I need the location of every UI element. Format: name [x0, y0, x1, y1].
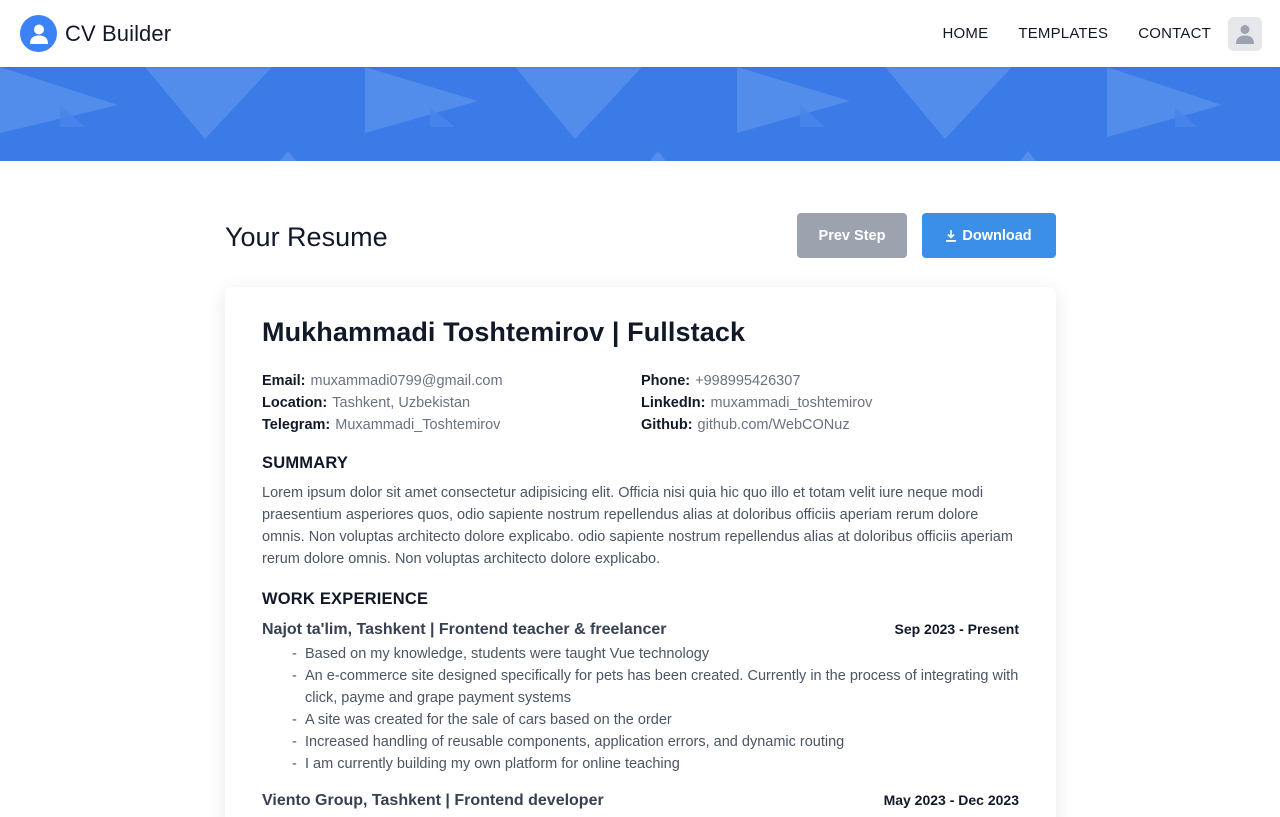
contact-email: Email: muxammadi0799@gmail.com	[262, 372, 641, 390]
job-dates: Sep 2023 - Present	[894, 621, 1019, 637]
summary-heading: SUMMARY	[262, 454, 349, 472]
contact-github-label: Github:	[641, 417, 693, 433]
job-title: Najot ta'lim, Tashkent | Frontend teache…	[262, 621, 667, 638]
job-bullet: Increased handling of reusable component…	[292, 731, 1022, 753]
job-dates: May 2023 - Dec 2023	[883, 792, 1019, 808]
job-title: Viento Group, Tashkent | Frontend develo…	[262, 792, 604, 809]
resume-toolbar: Your Resume Prev Step Download	[225, 213, 1056, 258]
page-title: Your Resume	[225, 222, 388, 252]
contact-email-value: muxammadi0799@gmail.com	[310, 373, 503, 389]
resume-preview: Mukhammadi Toshtemirov | Fullstack Email…	[225, 287, 1056, 817]
job-entry: Najot ta'lim, Tashkent | Frontend teache…	[262, 621, 1019, 775]
contact-telegram-value: Muxammadi_Toshtemirov	[335, 417, 501, 433]
user-circle-icon	[20, 15, 57, 52]
contact-github: Github: github.com/WebCONuz	[641, 416, 1019, 434]
job-bullet: I am currently building my own platform …	[292, 753, 1022, 775]
contact-location: Location: Tashkent, Uzbekistan	[262, 394, 641, 412]
resume-name: Mukhammadi Toshtemirov | Fullstack	[262, 317, 746, 347]
contact-phone: Phone: +998995426307	[641, 372, 1019, 390]
header-banner	[0, 67, 1280, 161]
contact-telegram-label: Telegram:	[262, 417, 331, 433]
contact-location-label: Location:	[262, 395, 328, 411]
nav-contact[interactable]: CONTACT	[1138, 25, 1211, 42]
contact-github-value: github.com/WebCONuz	[697, 417, 850, 433]
navbar: CV Builder HOME TEMPLATES CONTACT	[0, 0, 1280, 67]
summary-text: Lorem ipsum dolor sit amet consectetur a…	[262, 485, 1013, 567]
download-icon	[946, 229, 957, 242]
job-bullet: A site was created for the sale of cars …	[292, 709, 1022, 731]
contact-telegram: Telegram: Muxammadi_Toshtemirov	[262, 416, 641, 434]
brand-name: CV Builder	[65, 20, 172, 46]
contact-phone-value: +998995426307	[695, 373, 801, 389]
main-nav: HOME TEMPLATES CONTACT	[943, 16, 1262, 51]
nav-home[interactable]: HOME	[943, 25, 989, 42]
download-button[interactable]: Download	[922, 213, 1056, 258]
contact-linkedin: LinkedIn: muxammadi_toshtemirov	[641, 394, 1019, 412]
job-bullet: An e-commerce site designed specifically…	[292, 665, 1022, 709]
contact-info: Email: muxammadi0799@gmail.com Phone: +998…	[262, 372, 1019, 434]
job-header: Viento Group, Tashkent | Frontend develo…	[262, 792, 1019, 810]
contact-linkedin-label: LinkedIn:	[641, 395, 706, 411]
download-label: Download	[962, 227, 1032, 244]
job-header: Najot ta'lim, Tashkent | Frontend teache…	[262, 621, 1019, 639]
user-avatar-button[interactable]	[1228, 16, 1262, 51]
nav-templates[interactable]: TEMPLATES	[1018, 25, 1108, 42]
job-entry: Viento Group, Tashkent | Frontend develo…	[262, 792, 1019, 810]
prev-step-button[interactable]: Prev Step	[797, 213, 907, 258]
user-avatar-icon	[1236, 24, 1254, 44]
job-bullets: Based on my knowledge, students were tau…	[262, 643, 1019, 775]
contact-location-value: Tashkent, Uzbekistan	[332, 395, 471, 411]
brand-link[interactable]: CV Builder	[20, 15, 171, 52]
work-experience-heading: WORK EXPERIENCE	[262, 590, 429, 608]
contact-linkedin-value: muxammadi_toshtemirov	[710, 395, 873, 411]
job-bullet: Based on my knowledge, students were tau…	[292, 643, 1022, 665]
contact-email-label: Email:	[262, 373, 306, 389]
contact-phone-label: Phone:	[641, 373, 691, 389]
